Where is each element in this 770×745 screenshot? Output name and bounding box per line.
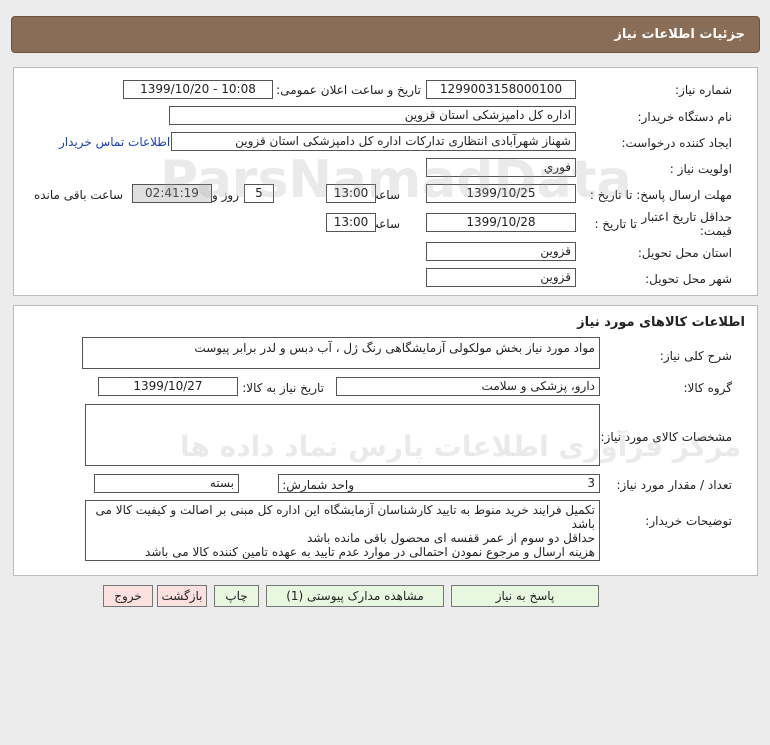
price-validity-label-2: قیمت: xyxy=(699,224,732,238)
specs-label: مشخصات کالای مورد نیاز: xyxy=(600,430,732,444)
need-number-label: شماره نیاز: xyxy=(675,83,732,97)
days-label: روز و xyxy=(212,188,239,202)
need-number-field: 1299003158000100 xyxy=(426,80,576,99)
reply-time-field: 13:00 xyxy=(326,184,376,203)
attachments-button[interactable]: مشاهده مدارک پیوستی (1) xyxy=(266,585,444,607)
reply-button[interactable]: پاسخ به نیاز xyxy=(451,585,599,607)
days-field: 5 xyxy=(244,184,274,203)
buyer-contact-link[interactable]: اطلاعات تماس خریدار xyxy=(59,135,170,149)
buyer-org-field: اداره کل دامپزشکی استان قزوین xyxy=(169,106,576,125)
buyer-org-label: نام دستگاه خریدار: xyxy=(637,110,733,124)
need-date-label: تاریخ نیاز به کالا: xyxy=(242,381,324,395)
description-label: شرح کلی نیاز: xyxy=(659,349,732,363)
priority-field: فوري xyxy=(426,158,576,177)
creator-label: ایجاد کننده درخواست: xyxy=(621,136,732,150)
unit-label: واحد شمارش: xyxy=(282,478,354,492)
remaining-label: ساعت باقی مانده xyxy=(33,188,123,202)
specs-field xyxy=(85,404,600,466)
goods-panel: اطلاعات کالاهای مورد نیاز شرح کلی نیاز: … xyxy=(13,305,758,576)
remaining-time-field: 02:41:19 xyxy=(132,184,212,203)
city-label: شهر محل تحویل: xyxy=(645,272,732,286)
print-button[interactable]: چاپ xyxy=(214,585,259,607)
reply-date-field: 1399/10/25 xyxy=(426,184,576,203)
priority-label: اولویت نیاز : xyxy=(669,162,732,176)
creator-field: شهناز شهرآبادی انتظاری تدارکات اداره کل … xyxy=(171,132,576,151)
note-line: حداقل دو سوم از عمر قفسه ای محصول باقی م… xyxy=(307,531,595,545)
validity-date-field: 1399/10/28 xyxy=(426,213,576,232)
need-date-field: 1399/10/27 xyxy=(98,377,238,396)
note-line: هزینه ارسال و مرجوع نمودن احتمالی در موا… xyxy=(145,545,595,559)
notes-label: توضیحات خریدار: xyxy=(645,514,732,528)
group-label: گروه کالا: xyxy=(683,381,733,395)
note-line: تکمیل فرایند خرید منوط به تایید کارشناسا… xyxy=(95,503,595,531)
announce-label: تاریخ و ساعت اعلان عمومی: xyxy=(276,83,421,97)
price-validity-label-1: حداقل تاریخ اعتبار xyxy=(641,210,732,224)
description-field: مواد مورد نیاز بخش مولکولی آزمایشگاهی رن… xyxy=(82,337,600,369)
group-field: دارو، پزشکی و سلامت xyxy=(336,377,600,396)
validity-time-field: 13:00 xyxy=(326,213,376,232)
page-header: جزئیات اطلاعات نیاز xyxy=(11,16,760,53)
reply-deadline-label: مهلت ارسال پاسخ: تا تاریخ : xyxy=(589,188,732,202)
need-info-panel: شماره نیاز: 1299003158000100 تاریخ و ساع… xyxy=(13,67,758,296)
province-label: استان محل تحویل: xyxy=(637,246,732,260)
page-title: جزئیات اطلاعات نیاز xyxy=(614,27,745,42)
city-field: قزوین xyxy=(426,268,576,287)
notes-field: تکمیل فرایند خرید منوط به تایید کارشناسا… xyxy=(85,500,600,561)
until-date-label: تا تاریخ : xyxy=(594,217,637,231)
announce-field: 1399/10/20 - 10:08 xyxy=(123,80,273,99)
unit-field: بسته xyxy=(94,474,239,493)
goods-section-title: اطلاعات کالاهای مورد نیاز xyxy=(577,315,745,330)
province-field: قزوین xyxy=(426,242,576,261)
qty-label: تعداد / مقدار مورد نیاز: xyxy=(616,478,732,492)
exit-button[interactable]: خروج xyxy=(103,585,153,607)
back-button[interactable]: بازگشت xyxy=(157,585,207,607)
